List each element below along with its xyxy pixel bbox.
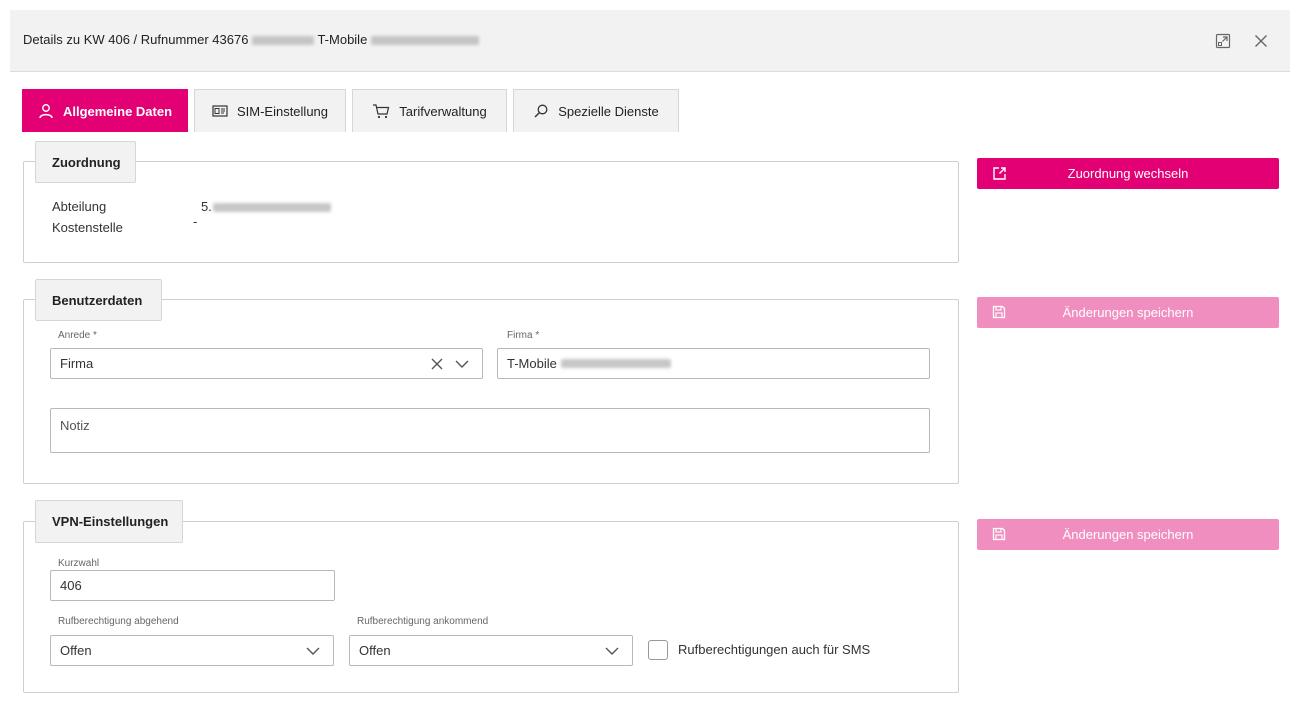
tab-sim-einstellung[interactable]: SIM-Einstellung [194,89,346,132]
button-label: Änderungen speichern [1062,305,1194,320]
dialog-header: Details zu KW 406 / Rufnummer 43676 T-Mo… [10,10,1290,72]
abteilung-value-prefix: 5. [201,199,212,214]
external-link-icon [993,167,1006,180]
redacted-phone-number [252,36,315,46]
chevron-down-icon[interactable] [604,644,620,658]
save-icon [992,527,1006,541]
firma-label: Firma * [507,330,540,341]
section-legend-vpn: VPN-Einstellungen [35,500,183,543]
tab-label: SIM-Einstellung [236,103,329,119]
tab-label: Spezielle Dienste [558,103,659,119]
ankommend-label: Rufberechtigung ankommend [357,616,489,627]
dialog-title-provider: T-Mobile [317,32,368,47]
abteilung-value: 5. [201,199,332,214]
tab-allgemeine-daten[interactable]: Allgemeine Daten [22,89,188,132]
search-icon [534,104,548,118]
cart-icon [373,104,390,119]
save-benutzerdaten-button[interactable]: Änderungen speichern [977,297,1279,328]
kurzwahl-value: 406 [60,578,82,593]
button-label: Zuordnung wechseln [1067,166,1189,181]
abteilung-label: Abteilung [52,199,107,214]
kurzwahl-label: Kurzwahl [58,558,100,569]
section-legend-benutzerdaten: Benutzerdaten [35,279,162,321]
anrede-label: Anrede * [58,330,97,341]
tab-label: Allgemeine Daten [62,103,173,119]
chevron-down-icon[interactable] [454,357,470,371]
save-icon [992,305,1006,319]
section-vpn-einstellungen [23,521,959,693]
user-icon [39,104,53,119]
tab-label: Tarifverwaltung [399,103,487,119]
anrede-value: Firma [60,356,94,371]
zuordnung-wechseln-button[interactable]: Zuordnung wechseln [977,158,1279,189]
abgehend-label: Rufberechtigung abgehend [58,616,179,627]
notiz-placeholder: Notiz [60,418,90,433]
ankommend-value: Offen [359,643,391,658]
firma-value-prefix: T-Mobile [507,356,557,371]
kostenstelle-value: - [193,214,198,229]
close-icon[interactable] [1252,32,1270,50]
anrede-select[interactable]: Firma [50,348,483,379]
tab-spezielle-dienste[interactable]: Spezielle Dienste [513,89,679,132]
sim-card-icon [212,105,228,117]
redacted-department [213,203,332,213]
dialog-title: Details zu KW 406 / Rufnummer 43676 T-Mo… [23,32,479,47]
chevron-down-icon[interactable] [305,644,321,658]
abgehend-select[interactable]: Offen [50,635,334,666]
ankommend-select[interactable]: Offen [349,635,633,666]
kurzwahl-input[interactable]: 406 [50,570,335,601]
maximize-icon[interactable] [1214,32,1232,50]
button-label: Änderungen speichern [1062,527,1194,542]
section-benutzerdaten [23,299,959,484]
abgehend-value: Offen [60,643,92,658]
sms-checkbox[interactable] [648,640,668,660]
notiz-textarea[interactable]: Notiz [50,408,930,453]
dialog-title-prefix: Details zu KW 406 / Rufnummer 43676 [23,32,249,47]
section-zuordnung [23,161,959,263]
sms-checkbox-label: Rufberechtigungen auch für SMS [678,642,871,657]
redacted-company-name [370,36,479,46]
firma-input[interactable]: T-Mobile [497,348,930,379]
section-legend-zuordnung: Zuordnung [35,141,136,183]
kostenstelle-label: Kostenstelle [52,220,123,235]
clear-icon[interactable] [430,357,444,371]
tab-tarifverwaltung[interactable]: Tarifverwaltung [352,89,507,132]
save-vpn-button[interactable]: Änderungen speichern [977,519,1279,550]
redacted-firma [560,359,671,368]
